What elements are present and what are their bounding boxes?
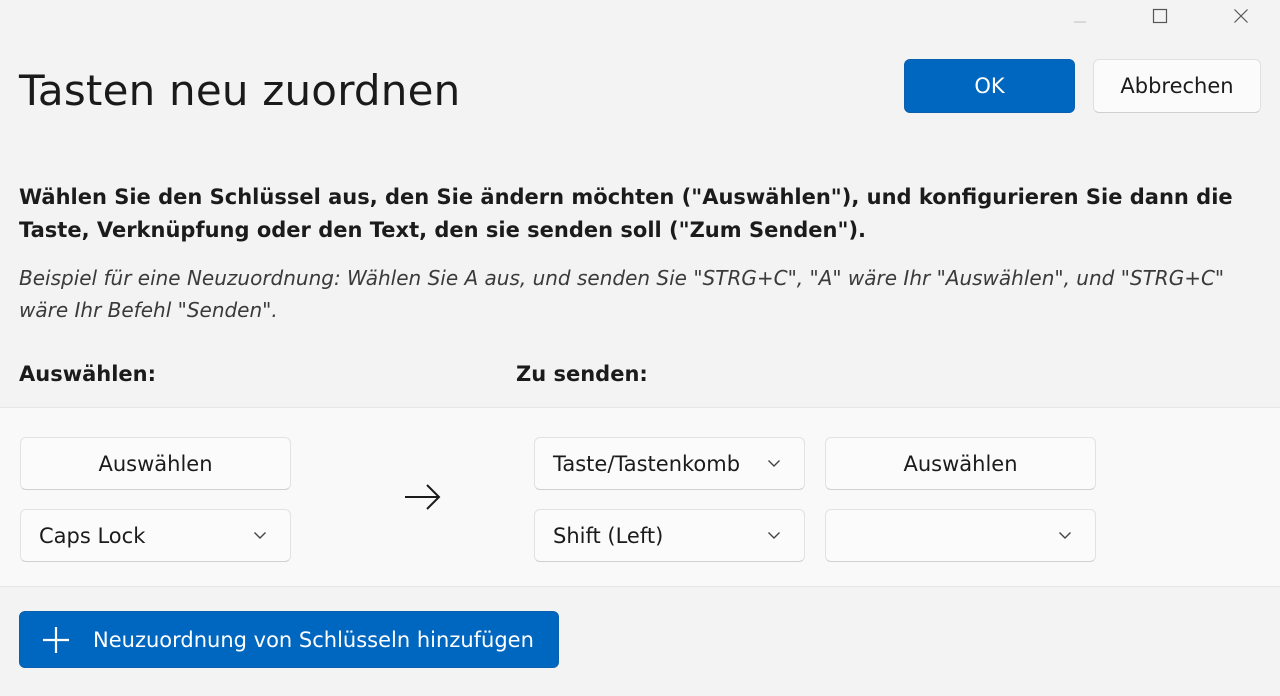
close-button[interactable] <box>1218 0 1264 32</box>
chevron-down-icon <box>766 531 782 541</box>
example-text: Beispiel für eine Neuzuordnung: Wählen S… <box>19 266 1225 322</box>
add-remapping-label: Neuzuordnung von Schlüsseln hinzufügen <box>93 627 534 652</box>
select-key-dropdown[interactable]: Caps Lock <box>20 509 291 562</box>
close-icon <box>1234 9 1248 23</box>
chevron-down-icon <box>1057 531 1073 541</box>
maximize-button[interactable] <box>1137 0 1183 32</box>
send-type-dropdown[interactable]: Taste/Tastenkomb <box>534 437 805 490</box>
select-column-label: Auswählen: <box>19 362 157 386</box>
plus-icon <box>39 623 73 657</box>
add-remapping-button[interactable]: Neuzuordnung von Schlüsseln hinzufügen <box>19 611 559 668</box>
chevron-down-icon <box>252 531 268 541</box>
instruction-text: Wählen Sie den Schlüssel aus, den Sie än… <box>19 185 1233 242</box>
send-column-label: Zu senden: <box>516 362 648 386</box>
minimize-button[interactable] <box>1057 0 1103 32</box>
send-key-value: Shift (Left) <box>553 523 664 548</box>
send-extra-dropdown[interactable] <box>825 509 1096 562</box>
send-type-value: Taste/Tastenkomb <box>553 451 741 476</box>
remap-keys-window: Tasten neu zuordnen OK Abbrechen Wählen … <box>0 0 1280 696</box>
maximize-icon <box>1152 8 1168 24</box>
minimize-icon <box>1074 21 1086 23</box>
select-key-value: Caps Lock <box>39 523 146 548</box>
cancel-button[interactable]: Abbrechen <box>1093 59 1261 113</box>
arrow-right-icon <box>405 484 441 510</box>
ok-button[interactable]: OK <box>904 59 1075 113</box>
page-title: Tasten neu zuordnen <box>19 66 461 115</box>
send-select-button[interactable]: Auswählen <box>825 437 1096 490</box>
chevron-down-icon <box>766 459 782 469</box>
send-key-dropdown[interactable]: Shift (Left) <box>534 509 805 562</box>
select-key-button[interactable]: Auswählen <box>20 437 291 490</box>
